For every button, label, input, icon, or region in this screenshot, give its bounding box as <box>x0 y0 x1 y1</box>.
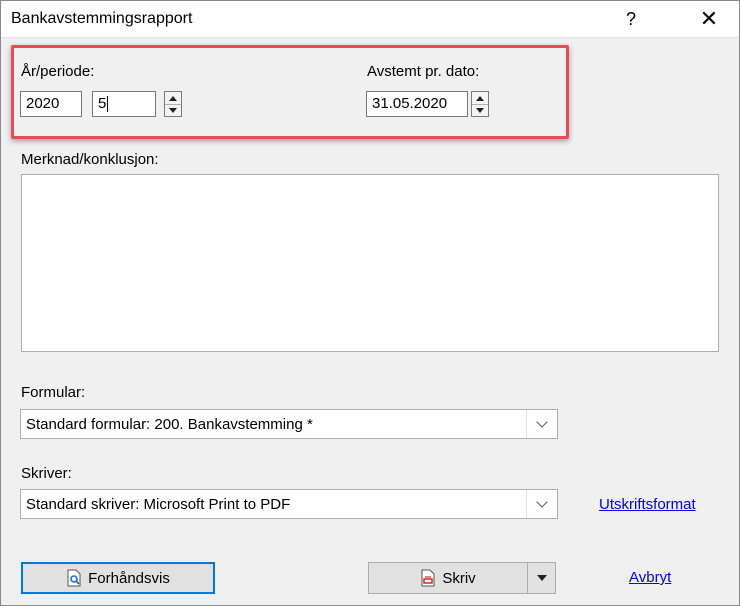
remark-textarea[interactable] <box>21 174 719 352</box>
preview-button[interactable]: Forhåndsvis <box>21 562 215 594</box>
preview-button-label: Forhåndsvis <box>88 569 170 587</box>
print-document-icon <box>420 569 436 587</box>
form-select-value: Standard formular: 200. Bankavstemming * <box>26 416 313 433</box>
print-button[interactable]: Skriv <box>369 563 527 593</box>
printer-select-value: Standard skriver: Microsoft Print to PDF <box>26 496 291 513</box>
print-format-link[interactable]: Utskriftsformat <box>599 496 696 513</box>
window-title: Bankavstemmingsrapport <box>11 10 193 27</box>
help-button[interactable]: ? <box>611 4 651 34</box>
printer-select[interactable]: Standard skriver: Microsoft Print to PDF <box>20 489 558 519</box>
printer-label: Skriver: <box>21 465 72 482</box>
form-select[interactable]: Standard formular: 200. Bankavstemming * <box>20 409 558 439</box>
title-bar: Bankavstemmingsrapport ? ✕ <box>1 1 739 38</box>
print-button-label: Skriv <box>442 569 476 587</box>
chevron-down-icon[interactable] <box>526 410 557 438</box>
highlight-box <box>11 45 569 139</box>
dialog-window: Bankavstemmingsrapport ? ✕ År/periode: 2… <box>0 0 740 606</box>
chevron-down-icon[interactable] <box>526 490 557 518</box>
magnifier-document-icon <box>66 569 82 587</box>
close-button[interactable]: ✕ <box>689 4 729 34</box>
print-split-button[interactable]: Skriv <box>368 562 556 594</box>
remark-label: Merknad/konklusjon: <box>21 151 159 168</box>
form-label: Formular: <box>21 384 86 401</box>
cancel-link[interactable]: Avbryt <box>629 569 671 586</box>
dropdown-arrow-icon[interactable] <box>528 563 556 593</box>
